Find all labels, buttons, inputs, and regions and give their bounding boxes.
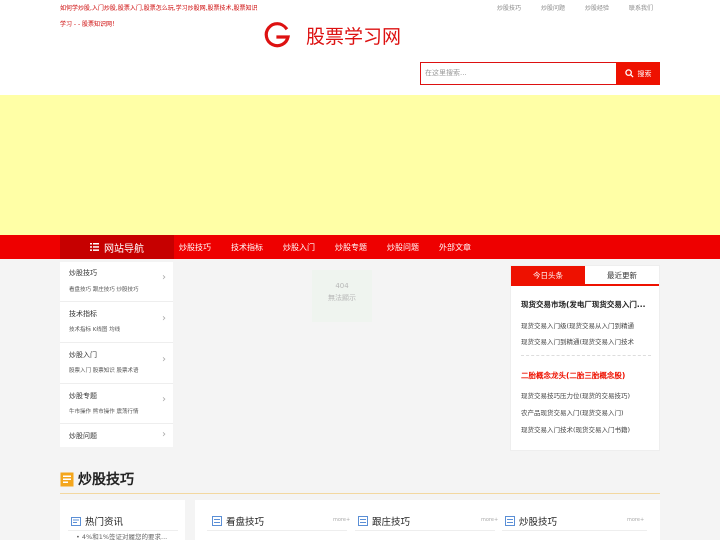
- list-icon: [505, 516, 515, 526]
- search-form: 在这里搜索... 搜索: [420, 62, 660, 85]
- list-icon: [358, 516, 368, 526]
- news-link[interactable]: 现货交易入门到精通(现货交易入门技术: [521, 336, 654, 346]
- panel-divider: [521, 355, 651, 356]
- chevron-right-icon: ›: [162, 394, 166, 405]
- top-link-experience[interactable]: 炒股经验: [585, 3, 629, 12]
- document-icon: [60, 472, 74, 486]
- nav-item-questions[interactable]: 炒股问题: [387, 242, 419, 253]
- menu-icon: [90, 243, 99, 251]
- search-button-label: 搜索: [637, 69, 652, 78]
- card-header: 看盘技巧: [212, 514, 264, 528]
- card-title[interactable]: 炒股技巧: [519, 514, 557, 528]
- sidebar-item-tips[interactable]: 炒股技巧 看盘技巧 跟庄技巧 炒股技巧 ›: [60, 262, 173, 302]
- news-link[interactable]: 农产品现货交易入门(现货交易入门): [521, 407, 654, 417]
- nav-site-map-label: 网站导航: [104, 243, 144, 255]
- news-panel: 今日头条 最近更新 现货交易市场(发电厂现货交易入门... 现货交易入门级(现货…: [510, 265, 660, 451]
- search-icon: [624, 69, 634, 78]
- sidebar-item-sub: 牛市操作 熊市操作 震荡行情: [69, 409, 139, 415]
- nav-site-map[interactable]: 网站导航: [60, 235, 174, 259]
- sidebar-item-topics[interactable]: 炒股专题 牛市操作 熊市操作 震荡行情 ›: [60, 384, 173, 424]
- more-link[interactable]: more+: [333, 517, 350, 523]
- site-tagline: 如何学炒股,入门炒股,股票入门,股票怎么玩,学习炒股网,股票技术,股票知识: [60, 5, 258, 12]
- card-header: 炒股技巧: [505, 514, 557, 528]
- logo-text: 股票学习网: [306, 25, 402, 48]
- placeholder-code: 404: [335, 282, 349, 290]
- chevron-right-icon: ›: [162, 429, 166, 440]
- headline-link[interactable]: 现货交易市场(发电厂现货交易入门...: [521, 299, 654, 310]
- section-divider: [60, 493, 660, 494]
- news-link[interactable]: 现货交易入门技术(现货交易入门书籍): [521, 424, 654, 434]
- nav-item-tips[interactable]: 炒股技巧: [179, 242, 211, 253]
- list-icon: [212, 516, 222, 526]
- panel-tabs: 今日头条 最近更新: [511, 266, 659, 286]
- chevron-right-icon: ›: [162, 272, 166, 283]
- tab-recent[interactable]: 最近更新: [585, 266, 659, 284]
- search-input[interactable]: 在这里搜索...: [420, 62, 616, 85]
- top-link-tips[interactable]: 炒股技巧: [497, 3, 541, 12]
- card-divider: [355, 530, 495, 531]
- site-tagline-secondary: 学习 - - 股票知识网！: [60, 21, 119, 28]
- sidebar-item-sub: 技术指标 K线图 均线: [69, 327, 121, 333]
- tab-headlines[interactable]: 今日头条: [511, 266, 585, 284]
- sidebar-item-questions[interactable]: 炒股问题 ›: [60, 424, 173, 447]
- nav-item-topics[interactable]: 炒股专题: [335, 242, 367, 253]
- site-logo[interactable]: 股票学习网: [262, 19, 410, 51]
- sidebar-item-indicators[interactable]: 技术指标 技术指标 K线图 均线 ›: [60, 302, 173, 343]
- card-title[interactable]: 跟庄技巧: [372, 514, 410, 528]
- search-button[interactable]: 搜索: [616, 62, 660, 85]
- news-link[interactable]: 现货交易技巧压力位(现货的交易技巧): [521, 390, 654, 400]
- card-divider: [207, 530, 347, 531]
- top-link-contact[interactable]: 联系我们: [629, 3, 673, 12]
- category-card-reading: 看盘技巧 more+ 跟庄技巧 more+ 炒股技巧 more+: [195, 500, 660, 540]
- news-link[interactable]: 现货交易入门级(现货交易从入门到精通: [521, 320, 654, 330]
- sidebar-item-title: 炒股问题: [69, 432, 97, 440]
- ad-banner[interactable]: [0, 95, 720, 235]
- nav-item-external[interactable]: 外部文章: [439, 242, 471, 253]
- section-heading: 炒股技巧: [60, 469, 134, 489]
- category-sidebar: 炒股技巧 看盘技巧 跟庄技巧 炒股技巧 › 技术指标 技术指标 K线图 均线 ›…: [60, 262, 173, 447]
- card-title[interactable]: 看盘技巧: [226, 514, 264, 528]
- more-link[interactable]: more+: [627, 517, 644, 523]
- section-title: 炒股技巧: [78, 472, 134, 488]
- sidebar-item-beginner[interactable]: 炒股入门 股票入门 股票知识 股票术语 ›: [60, 343, 173, 384]
- top-link-questions[interactable]: 炒股问题: [541, 3, 585, 12]
- chevron-right-icon: ›: [162, 313, 166, 324]
- sidebar-item-title: 技术指标: [69, 310, 97, 318]
- sidebar-item-sub: 股票入门 股票知识 股票术语: [69, 368, 139, 374]
- hot-news-title: 热门资讯: [85, 517, 124, 528]
- more-link[interactable]: more+: [481, 517, 498, 523]
- logo-g-icon: [264, 22, 290, 48]
- headline-link[interactable]: 二胎概念龙头(二胎三胎概念股): [521, 370, 654, 381]
- top-links: 炒股技巧 炒股问题 炒股经验 联系我们: [497, 3, 673, 12]
- card-divider: [502, 530, 647, 531]
- top-bar: 如何学炒股,入门炒股,股票入门,股票怎么玩,学习炒股网,股票技术,股票知识 学习…: [0, 0, 720, 95]
- broken-image-placeholder: 404 無法顯示: [312, 270, 372, 322]
- nav-item-beginner[interactable]: 炒股入门: [283, 242, 315, 253]
- sidebar-item-title: 炒股技巧: [69, 269, 97, 277]
- chevron-right-icon: ›: [162, 354, 166, 365]
- card-header: 跟庄技巧: [358, 514, 410, 528]
- sidebar-item-title: 炒股专题: [69, 392, 97, 400]
- news-icon: [71, 517, 81, 526]
- main-nav: 网站导航 炒股技巧 技术指标 炒股入门 炒股专题 炒股问题 外部文章: [0, 235, 720, 259]
- hot-news-header: 热门资讯: [71, 514, 123, 528]
- sidebar-item-title: 炒股入门: [69, 351, 97, 359]
- nav-item-indicators[interactable]: 技术指标: [231, 242, 263, 253]
- sidebar-item-sub: 看盘技巧 跟庄技巧 炒股技巧: [69, 287, 139, 293]
- placeholder-text: 無法顯示: [328, 294, 356, 302]
- hot-news-item[interactable]: • 4%和1%签证对履您的要求...: [76, 531, 167, 540]
